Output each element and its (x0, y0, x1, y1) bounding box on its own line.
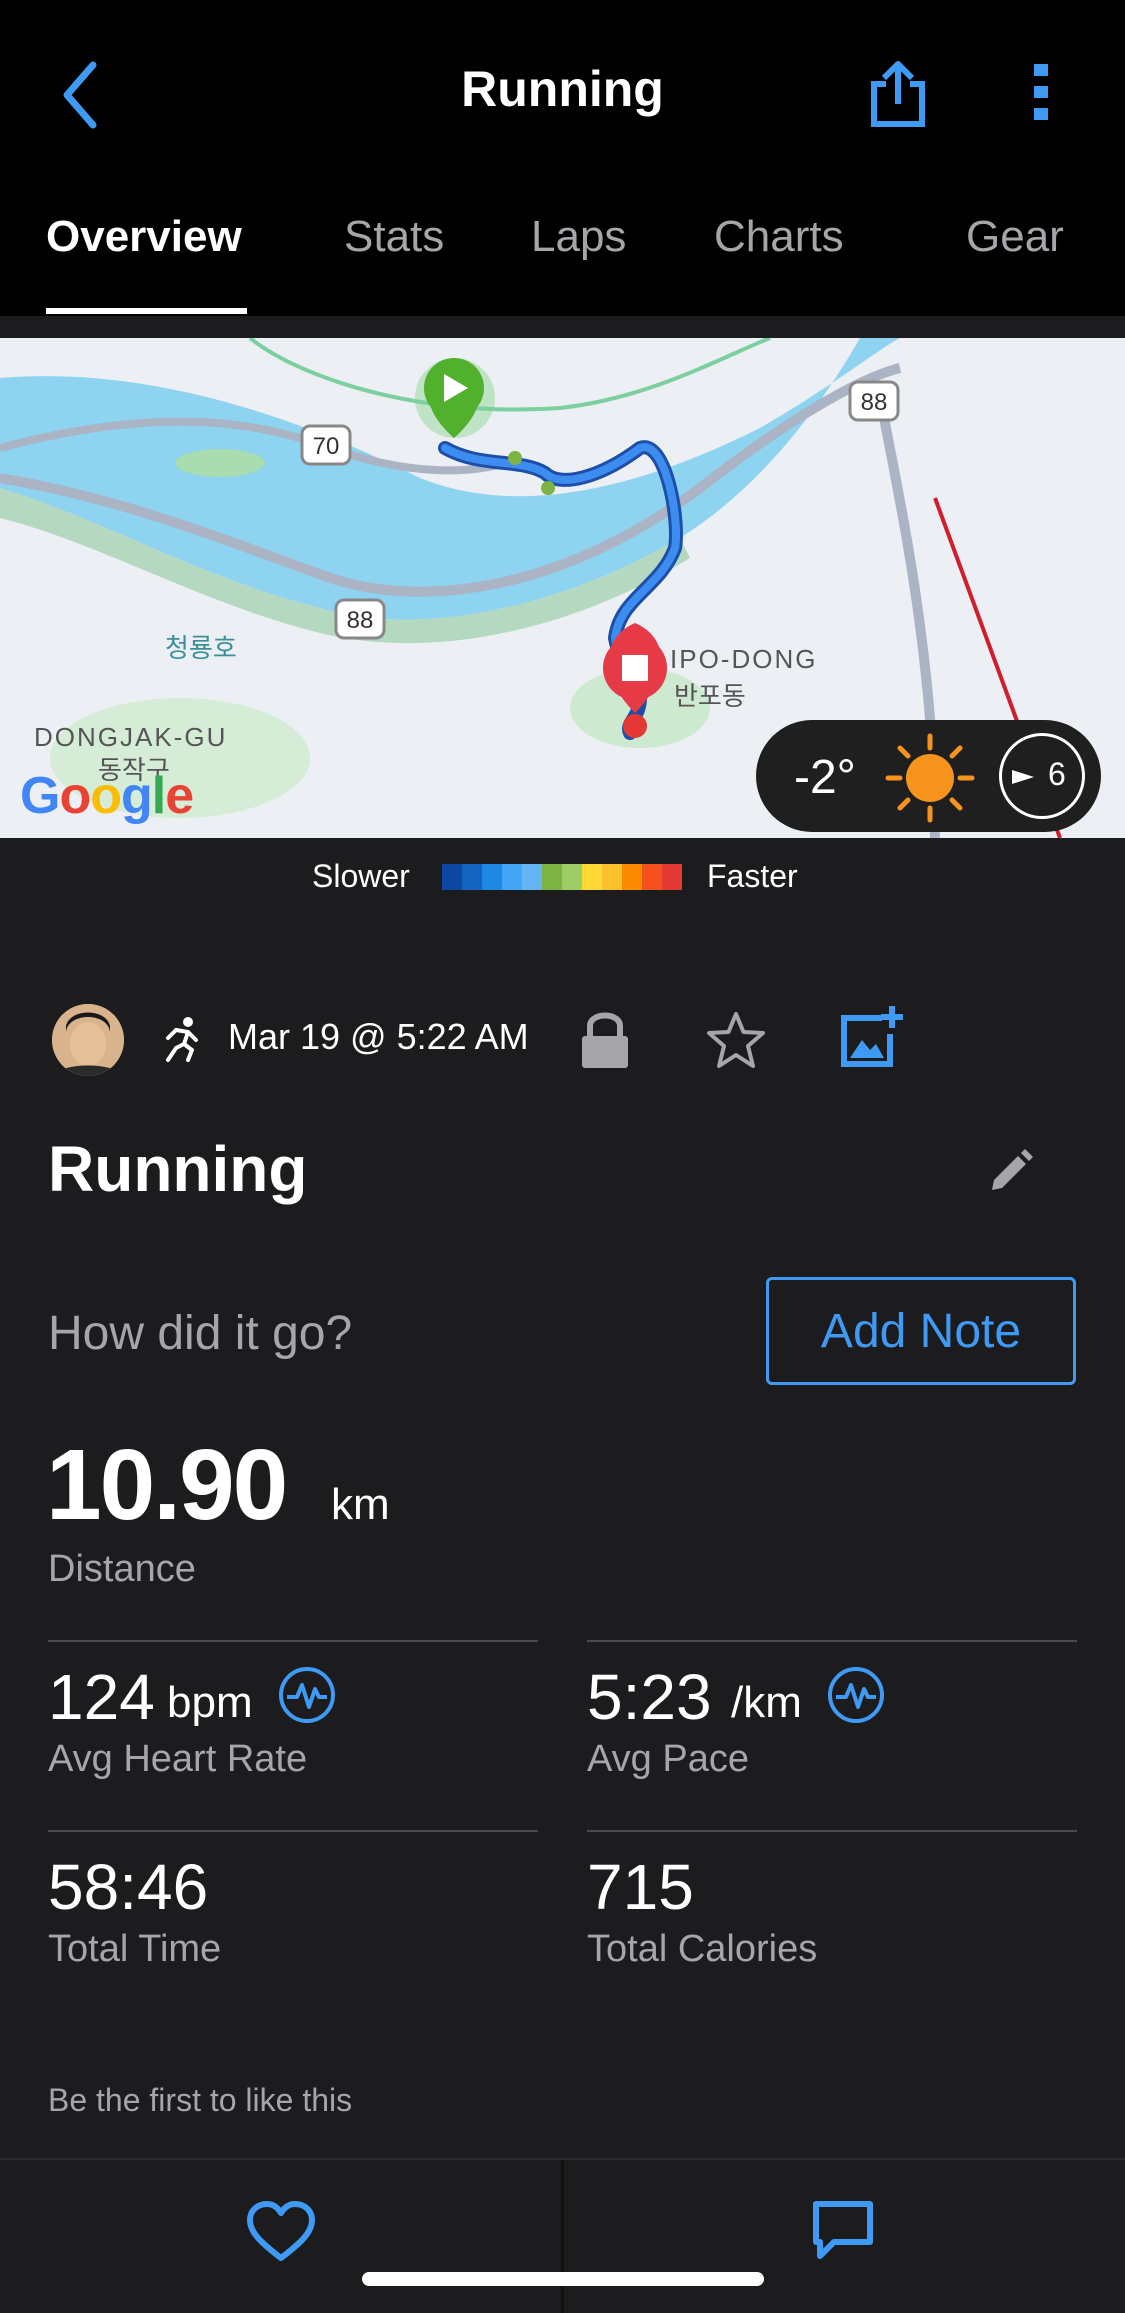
legend-swatch (562, 864, 582, 890)
heart-rate-value: 124 (48, 1661, 155, 1733)
likes-text: Be the first to like this (48, 2082, 353, 2118)
distance-unit: km (331, 1480, 390, 1529)
legend-swatch (502, 864, 522, 890)
like-heart-icon[interactable] (246, 2200, 316, 2264)
road-shield-88b: 88 (861, 389, 888, 416)
pace-legend: Slower Faster (0, 858, 1125, 908)
activity-date: Mar 19 @ 5:22 AM (228, 1016, 529, 1057)
legend-swatch (622, 864, 642, 890)
wind-speed: 6 (1048, 756, 1066, 792)
legend-swatch (542, 864, 562, 890)
activity-meta-row: Mar 19 @ 5:22 AM (0, 1000, 1125, 1080)
add-note-button[interactable]: Add Note (766, 1277, 1076, 1385)
wind-direction-icon (1012, 770, 1034, 784)
pace-unit: /km (731, 1678, 802, 1727)
temperature: -2° (794, 751, 856, 804)
tab-gear[interactable]: Gear (966, 212, 1064, 262)
calories-label: Total Calories (587, 1928, 818, 1970)
divider (587, 1640, 1077, 1642)
road-shield-88a: 88 (347, 607, 374, 634)
running-icon (166, 1017, 198, 1062)
road-shield-70: 70 (313, 433, 340, 460)
lock-icon[interactable] (578, 1008, 632, 1070)
top-bar: Running Overview Stats Laps Charts Gear (0, 0, 1125, 316)
map-label-neighborhood: IPO-DONG (670, 644, 818, 674)
avatar[interactable] (52, 1004, 124, 1076)
home-indicator (362, 2272, 764, 2286)
total-time-label: Total Time (48, 1928, 222, 1970)
legend-swatch (662, 864, 682, 890)
divider (48, 1640, 538, 1642)
activity-name: Running (48, 1133, 308, 1205)
distance-value: 10.90 (46, 1429, 288, 1541)
share-icon[interactable] (868, 58, 928, 128)
heart-rate-unit: bpm (167, 1678, 253, 1727)
divider (587, 1830, 1077, 1832)
active-tab-indicator (46, 308, 247, 314)
tab-overview[interactable]: Overview (46, 212, 242, 262)
legend-color-bar (442, 864, 682, 890)
wind-indicator: 6 (999, 733, 1085, 819)
sun-icon (885, 733, 975, 823)
legend-swatch (642, 864, 662, 890)
star-icon[interactable] (705, 1010, 767, 1070)
route-map[interactable]: 70 88 88 청룡호 IPO-DONG 반포동 DONGJAK-GU 동작구… (0, 338, 1125, 838)
map-label-neighborhood-kr: 반포동 (674, 681, 746, 711)
calories-value: 715 (587, 1851, 694, 1923)
add-photo-icon[interactable] (838, 1004, 904, 1070)
legend-swatch (482, 864, 502, 890)
total-time-value: 58:46 (48, 1851, 209, 1923)
map-label-landmark: 청룡호 (165, 633, 237, 663)
legend-swatch (462, 864, 482, 890)
pace-label: Avg Pace (587, 1738, 749, 1780)
legend-swatch (442, 864, 462, 890)
legend-faster: Faster (707, 858, 798, 894)
heart-rate-label: Avg Heart Rate (48, 1738, 308, 1780)
legend-swatch (582, 864, 602, 890)
tab-laps[interactable]: Laps (531, 212, 626, 262)
google-logo: Google (20, 767, 194, 825)
distance-label: Distance (48, 1548, 196, 1590)
more-options-icon[interactable] (1032, 62, 1052, 122)
tab-stats[interactable]: Stats (344, 212, 444, 262)
pace-value: 5:23 (587, 1661, 712, 1733)
legend-swatch (522, 864, 542, 890)
weather-badge: -2° 6 (756, 720, 1101, 832)
heart-rate-chart-icon[interactable] (277, 1665, 337, 1725)
comment-icon[interactable] (812, 2200, 874, 2260)
divider (48, 1830, 538, 1832)
note-prompt: How did it go? (48, 1307, 353, 1360)
bottom-separator (561, 2160, 564, 2313)
bottom-action-bar (0, 2158, 1125, 2313)
legend-slower: Slower (312, 858, 410, 894)
tab-bar: Overview Stats Laps Charts Gear (0, 200, 1125, 316)
edit-pencil-icon[interactable] (988, 1148, 1034, 1194)
tab-charts[interactable]: Charts (714, 212, 844, 262)
legend-swatch (602, 864, 622, 890)
pace-chart-icon[interactable] (826, 1665, 886, 1725)
page-title: Running (461, 61, 664, 117)
map-label-district: DONGJAK-GU (34, 722, 228, 752)
